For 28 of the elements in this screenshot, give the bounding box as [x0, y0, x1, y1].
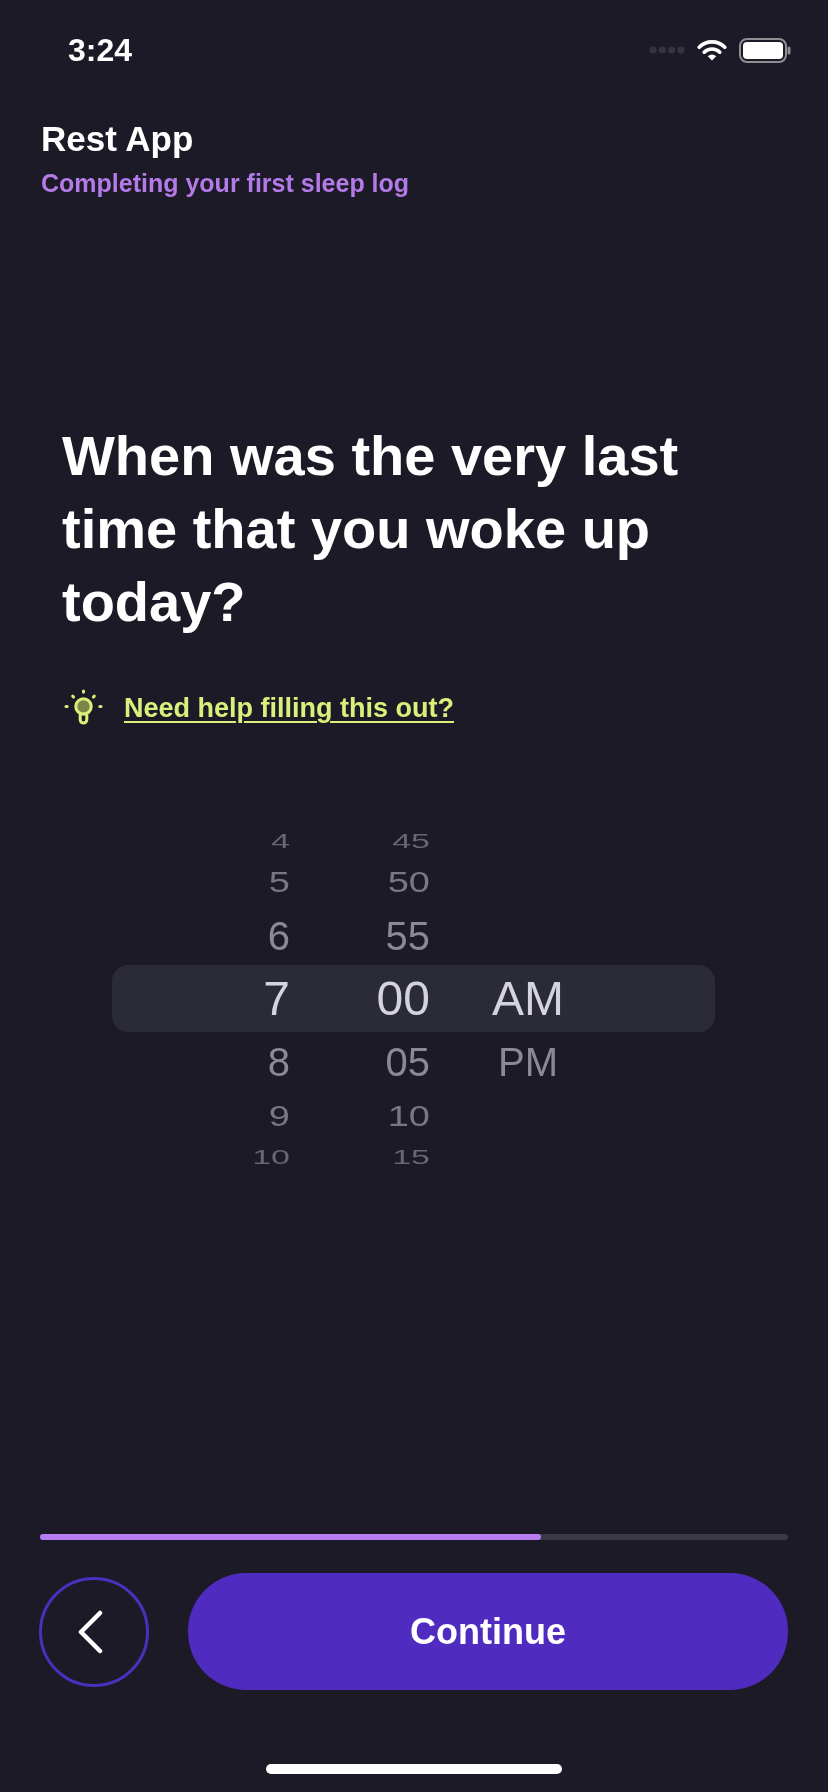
picker-minute[interactable]: 15	[392, 1146, 430, 1168]
picker-minute[interactable]: 10	[387, 1100, 430, 1131]
picker-minute[interactable]: 50	[387, 866, 430, 897]
chevron-left-icon	[78, 1609, 104, 1654]
picker-hour[interactable]: 7	[263, 974, 290, 1023]
continue-button[interactable]: Continue	[188, 1573, 788, 1690]
lightbulb-icon	[64, 689, 103, 727]
picker-minute[interactable]: 55	[385, 915, 430, 956]
picker-hour[interactable]: 9	[268, 1100, 290, 1131]
back-button[interactable]	[39, 1576, 149, 1687]
picker-period[interactable]: PM	[498, 1041, 558, 1082]
signal-dots-icon	[649, 46, 685, 54]
picker-hour[interactable]: 8	[267, 1041, 290, 1082]
picker-hour[interactable]: 6	[267, 915, 290, 956]
picker-hour[interactable]: 4	[271, 830, 290, 852]
status-time: 3:24	[68, 34, 133, 66]
help-link[interactable]: Need help filling this out?	[124, 691, 454, 725]
battery-icon	[739, 37, 791, 63]
picker-period[interactable]: AM	[492, 974, 564, 1023]
question-text: When was the very last time that you woke up today?	[62, 423, 680, 635]
picker-hour[interactable]: 10	[252, 1146, 290, 1168]
wifi-icon	[696, 39, 728, 61]
app-title: Rest App	[41, 119, 194, 159]
picker-minute[interactable]: 45	[392, 830, 430, 852]
picker-minute[interactable]: 05	[385, 1041, 430, 1082]
app-subtitle: Completing your first sleep log	[41, 168, 410, 199]
picker-hour[interactable]: 5	[268, 866, 290, 897]
picker-minute[interactable]: 00	[376, 974, 430, 1023]
